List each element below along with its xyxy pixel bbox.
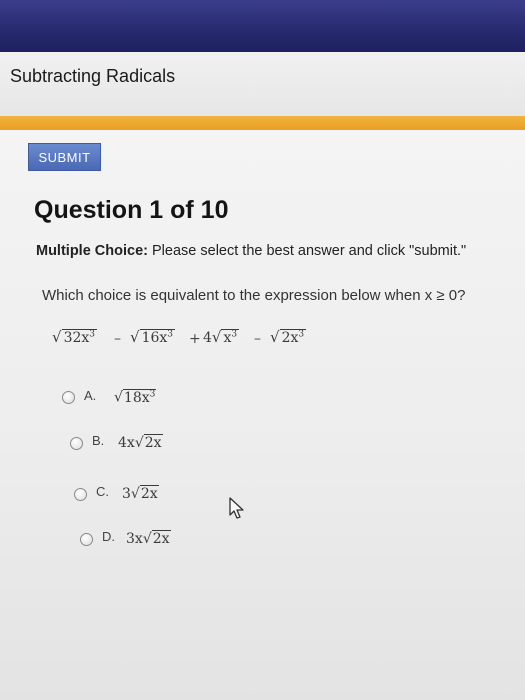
choice-b[interactable]: B. 4x√2x bbox=[70, 432, 190, 456]
choice-c[interactable]: C. 3√2x bbox=[74, 483, 184, 507]
operator-minus-1: – bbox=[114, 331, 121, 347]
page-title: Subtracting Radicals bbox=[10, 66, 176, 86]
choice-answer: 3√2x bbox=[122, 485, 159, 502]
question-heading: Question 1 of 10 bbox=[34, 196, 229, 224]
choice-letter: D. bbox=[102, 529, 115, 544]
choice-answer: 3x√2x bbox=[126, 530, 171, 547]
radical-term-3: 4√ x3 bbox=[203, 328, 240, 346]
question-prompt: Which choice is equivalent to the expres… bbox=[42, 287, 466, 304]
accent-strip bbox=[0, 116, 525, 130]
operator-minus-2: – bbox=[254, 331, 261, 347]
radio-d[interactable] bbox=[80, 533, 93, 546]
instruction-text: Multiple Choice: Please select the best … bbox=[36, 243, 466, 259]
mouse-cursor-icon bbox=[229, 497, 244, 519]
instruction-label: Multiple Choice: bbox=[36, 243, 148, 259]
instruction-body: Please select the best answer and click … bbox=[147, 243, 467, 259]
choice-letter: A. bbox=[84, 388, 97, 403]
radical-term-1: √ 32x3 bbox=[52, 328, 98, 346]
radio-a[interactable] bbox=[62, 391, 75, 404]
expression: √ 32x3 – √ 16x3 + 4√ x3 – √ 2x3 bbox=[52, 328, 352, 362]
radio-b[interactable] bbox=[70, 437, 83, 450]
choice-answer: 4x√2x bbox=[118, 434, 163, 451]
choice-d[interactable]: D. 3x√2x bbox=[80, 528, 200, 552]
radio-c[interactable] bbox=[74, 488, 87, 501]
browser-top-bar bbox=[0, 0, 525, 52]
choice-answer: √18x3 bbox=[114, 388, 157, 406]
choice-letter: B. bbox=[92, 433, 105, 448]
radical-term-2: √ 16x3 bbox=[130, 328, 176, 346]
operator-plus: + bbox=[189, 331, 201, 347]
submit-button[interactable]: SUBMIT bbox=[28, 143, 101, 171]
choice-a[interactable]: A. √18x3 bbox=[62, 386, 182, 410]
radical-term-4: √ 2x3 bbox=[270, 328, 307, 346]
choice-letter: C. bbox=[96, 484, 109, 499]
